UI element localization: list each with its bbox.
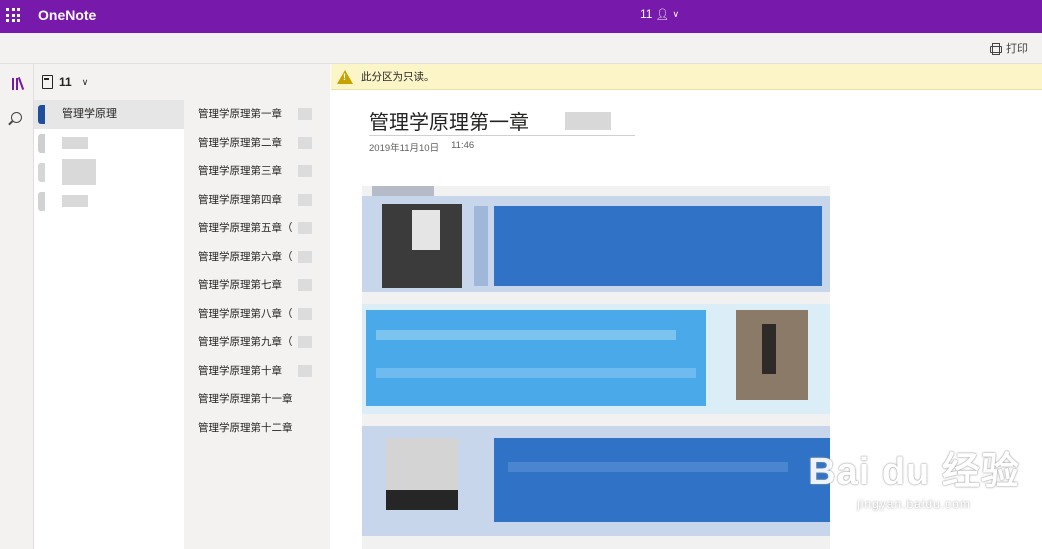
section-list: 管理学原理 — [34, 100, 184, 549]
navigation-pane: 11 ∨ 管理学原理 管理学原理第一章 管理学原理第二章 管理学原理第三章 管理… — [34, 64, 330, 549]
chevron-down-icon: ∨ — [81, 76, 89, 87]
page-item[interactable]: 管理学原理第二章 — [184, 129, 330, 158]
page-label: 管理学原理第六章（ — [198, 250, 293, 263]
portrait-image — [382, 204, 462, 288]
print-button[interactable]: 打印 — [990, 40, 1028, 56]
notebook-selector[interactable]: 11 ∨ — [34, 64, 330, 100]
image-fragment — [474, 206, 488, 286]
section-color-tab — [38, 192, 45, 211]
section-color-tab — [38, 163, 45, 182]
page-item[interactable]: 管理学原理第六章（ — [184, 243, 330, 272]
page-label: 管理学原理第八章（ — [198, 307, 293, 320]
slide-text-band — [494, 438, 830, 522]
print-label: 打印 — [1006, 43, 1028, 55]
slide-row — [362, 304, 830, 414]
page-label: 管理学原理第十二章 — [198, 421, 293, 434]
ribbon: 打印 — [0, 33, 1042, 64]
redacted-text — [298, 307, 312, 320]
page-item[interactable]: 管理学原理第五章（ — [184, 214, 330, 243]
page-label: 管理学原理第九章（ — [198, 336, 293, 348]
redacted-text — [298, 250, 312, 263]
page-time: 11:46 — [451, 140, 475, 151]
redacted-text — [298, 222, 312, 234]
redacted-text — [565, 112, 611, 130]
library-icon — [11, 76, 24, 90]
section-label-redacted — [62, 195, 88, 208]
section-item[interactable]: 管理学原理 — [34, 100, 184, 129]
search-icon — [11, 111, 22, 123]
page-label: 管理学原理第十章 — [198, 364, 282, 377]
slide-row — [362, 196, 830, 292]
person-icon: 👤︎ — [655, 8, 670, 21]
app-launcher-icon[interactable] — [6, 8, 20, 22]
redacted-text — [298, 364, 312, 377]
page-label: 管理学原理第二章 — [198, 136, 282, 149]
page-label: 管理学原理第一章 — [198, 108, 282, 120]
section-item[interactable] — [34, 187, 184, 216]
page-date: 2019年11月10日 — [369, 143, 440, 154]
portrait-image — [736, 310, 808, 400]
page-label: 管理学原理第四章 — [198, 193, 282, 206]
redacted-text — [298, 279, 312, 291]
page-item[interactable]: 管理学原理第四章 — [184, 186, 330, 215]
section-color-tab — [38, 134, 45, 153]
page-item[interactable]: 管理学原理第七章 — [184, 271, 330, 300]
section-color-tab — [38, 105, 45, 124]
baidu-jingyan-watermark: Bai du 经验 jingyan.baidu.com — [794, 440, 1034, 544]
page-item[interactable]: 管理学原理第九章（ — [184, 328, 330, 357]
left-rail — [0, 64, 34, 549]
redacted-text — [298, 108, 312, 120]
notebooks-button[interactable] — [0, 68, 33, 98]
slide-row — [362, 426, 830, 536]
page-title[interactable]: 管理学原理第一章 — [369, 106, 529, 135]
page-item[interactable]: 管理学原理第十一章 — [184, 385, 330, 414]
section-item[interactable] — [34, 158, 184, 187]
read-only-infobar: 此分区为只读。 — [331, 64, 1042, 90]
account-menu[interactable]: 11 👤︎ ∨ — [640, 7, 679, 21]
watermark-logo: Bai du 经验 — [808, 451, 1020, 493]
app-header: OneNote 11 👤︎ ∨ — [0, 0, 1042, 33]
watermark-url: jingyan.baidu.com — [857, 497, 971, 511]
user-label: 11 — [640, 7, 653, 21]
portrait-image — [386, 438, 458, 510]
slide-text-band — [366, 310, 706, 406]
page-label: 管理学原理第三章 — [198, 165, 282, 177]
section-label-redacted — [62, 137, 88, 150]
printer-icon — [990, 42, 1002, 55]
redacted-text — [298, 193, 312, 206]
embedded-slide-image[interactable] — [362, 186, 830, 549]
notebook-icon — [42, 75, 53, 89]
section-label-redacted — [62, 159, 96, 186]
search-button[interactable] — [0, 102, 33, 132]
section-item[interactable] — [34, 129, 184, 158]
title-divider — [369, 135, 635, 136]
infobar-message: 此分区为只读。 — [361, 71, 435, 83]
slide-text-band — [494, 206, 822, 286]
page-item[interactable]: 管理学原理第一章 — [184, 100, 330, 129]
warning-icon — [337, 69, 353, 84]
page-timestamp: 2019年11月10日 11:46 — [369, 140, 474, 154]
redacted-text — [298, 165, 312, 177]
notebook-name: 11 — [59, 75, 72, 89]
page-item[interactable]: 管理学原理第三章 — [184, 157, 330, 186]
page-label: 管理学原理第五章（ — [198, 222, 293, 234]
page-item[interactable]: 管理学原理第八章（ — [184, 300, 330, 329]
redacted-text — [298, 336, 312, 348]
page-item[interactable]: 管理学原理第十章 — [184, 357, 330, 386]
app-name[interactable]: OneNote — [38, 7, 96, 23]
redacted-text — [298, 136, 312, 149]
page-label: 管理学原理第七章 — [198, 279, 282, 291]
section-label: 管理学原理 — [62, 108, 117, 120]
page-label: 管理学原理第十一章 — [198, 393, 293, 405]
chevron-down-icon: ∨ — [672, 8, 680, 19]
page-item[interactable]: 管理学原理第十二章 — [184, 414, 330, 443]
page-list: 管理学原理第一章 管理学原理第二章 管理学原理第三章 管理学原理第四章 管理学原… — [184, 100, 330, 549]
